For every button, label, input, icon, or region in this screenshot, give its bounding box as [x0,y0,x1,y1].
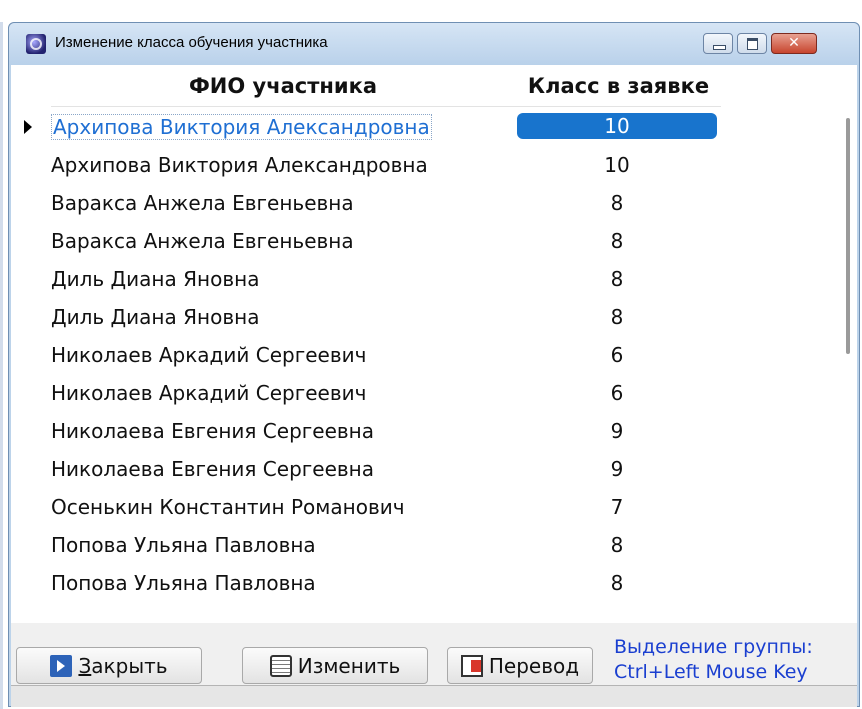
participant-name-text: Архипова Виктория Александровна [51,153,428,177]
table-row[interactable]: Николаева Евгения Сергеевна 9 [11,450,731,488]
table-row[interactable]: Диль Диана Яновна 8 [11,260,731,298]
cell-class[interactable]: 7 [517,488,717,526]
table-row[interactable]: Осенькин Константин Романович 7 [11,488,731,526]
participant-name-text: Диль Диана Яновна [51,305,260,329]
vertical-scrollbar[interactable] [846,118,850,354]
cell-class[interactable]: 8 [517,184,717,222]
close-icon: ✕ [788,35,800,51]
cell-class[interactable]: 10 [517,146,717,184]
table-row[interactable]: Архипова Виктория Александровна 10 [11,146,731,184]
edit-button-label: Изменить [297,653,401,678]
cell-participant-name[interactable]: Попова Ульяна Павловна [51,564,513,602]
column-header-class[interactable]: Класс в заявке [516,65,721,107]
header-divider [51,106,721,107]
cell-class[interactable]: 8 [517,564,717,602]
cell-class[interactable]: 8 [517,298,717,336]
cell-class[interactable]: 6 [517,336,717,374]
app-icon [26,34,46,54]
cell-class[interactable]: 8 [517,260,717,298]
close-button[interactable]: Закрыть [16,647,202,684]
participant-name-text: Диль Диана Яновна [51,267,260,291]
participant-name-text: Николаева Евгения Сергеевна [51,419,374,443]
exit-door-icon [50,654,73,677]
edit-button[interactable]: Изменить [242,647,428,684]
title-bar[interactable]: Изменение класса обучения участника ✕ [9,23,859,65]
cell-class[interactable]: 8 [517,526,717,564]
cell-class[interactable]: 9 [517,412,717,450]
participant-name-text: Варакса Анжела Евгеньевна [51,229,354,253]
participants-grid[interactable]: ФИО участника Класс в заявке Архипова Ви… [11,65,857,623]
cell-participant-name[interactable]: Николаев Аркадий Сергеевич [51,336,513,374]
participant-name-text: Николаев Аркадий Сергеевич [51,343,367,367]
participant-name-text: Архипова Виктория Александровна [51,114,432,140]
participant-name-text: Осенькин Константин Романович [51,495,405,519]
table-row[interactable]: Попова Ульяна Павловна 8 [11,526,731,564]
window-title: Изменение класса обучения участника [55,34,328,51]
maximize-button[interactable] [737,33,767,54]
edit-icon [269,654,292,677]
participant-name-text: Николаев Аркадий Сергеевич [51,381,367,405]
hint-line-2: Ctrl+Left Mouse Key [614,661,808,683]
table-row[interactable]: Архипова Виктория Александровна 10 [11,108,731,146]
table-row[interactable]: Варакса Анжела Евгеньевна 8 [11,222,731,260]
table-row[interactable]: Диль Диана Яновна 8 [11,298,731,336]
cell-class[interactable]: 6 [517,374,717,412]
participant-name-text: Николаева Евгения Сергеевна [51,457,374,481]
hint-line-1: Выделение группы: [614,636,813,658]
participant-name-text: Варакса Анжела Евгеньевна [51,191,354,215]
minimize-button[interactable] [703,33,733,54]
cell-participant-name[interactable]: Николаева Евгения Сергеевна [51,412,513,450]
transfer-button[interactable]: Перевод [447,647,593,684]
table-row[interactable]: Попова Ульяна Павловна 8 [11,564,731,602]
table-row[interactable]: Николаев Аркадий Сергеевич 6 [11,336,731,374]
cell-class[interactable]: 10 [517,113,717,139]
table-row[interactable]: Николаев Аркадий Сергеевич 6 [11,374,731,412]
cell-participant-name[interactable]: Диль Диана Яновна [51,260,513,298]
participant-name-text: Попова Ульяна Павловна [51,571,316,595]
transfer-icon [460,654,483,677]
current-row-indicator-icon [24,120,32,134]
close-button-label: Закрыть [78,653,168,678]
window-left-edge [0,22,3,709]
cell-participant-name[interactable]: Осенькин Константин Романович [51,488,513,526]
table-row[interactable]: Николаева Евгения Сергеевна 9 [11,412,731,450]
dialog-body: ФИО участника Класс в заявке Архипова Ви… [11,65,857,707]
cell-participant-name[interactable]: Варакса Анжела Евгеньевна [51,184,513,222]
cell-participant-name[interactable]: Попова Ульяна Павловна [51,526,513,564]
participant-name-text: Попова Ульяна Павловна [51,533,316,557]
transfer-button-label: Перевод [488,653,580,678]
cell-participant-name[interactable]: Николаев Аркадий Сергеевич [51,374,513,412]
table-row[interactable]: Варакса Анжела Евгеньевна 8 [11,184,731,222]
cell-participant-name[interactable]: Архипова Виктория Александровна [51,146,513,184]
cell-participant-name[interactable]: Диль Диана Яновна [51,298,513,336]
cell-participant-name[interactable]: Варакса Анжела Евгеньевна [51,222,513,260]
cell-class[interactable]: 9 [517,450,717,488]
column-header-name[interactable]: ФИО участника [51,65,515,107]
group-selection-hint: Выделение группы: Ctrl+Left Mouse Key [614,635,813,685]
cell-participant-name[interactable]: Архипова Виктория Александровна [51,108,513,146]
dialog-window: Изменение класса обучения участника ✕ ФИ… [8,22,860,707]
cell-class[interactable]: 8 [517,222,717,260]
close-window-button[interactable]: ✕ [771,33,817,54]
cell-participant-name[interactable]: Николаева Евгения Сергеевна [51,450,513,488]
status-bar [11,685,857,707]
